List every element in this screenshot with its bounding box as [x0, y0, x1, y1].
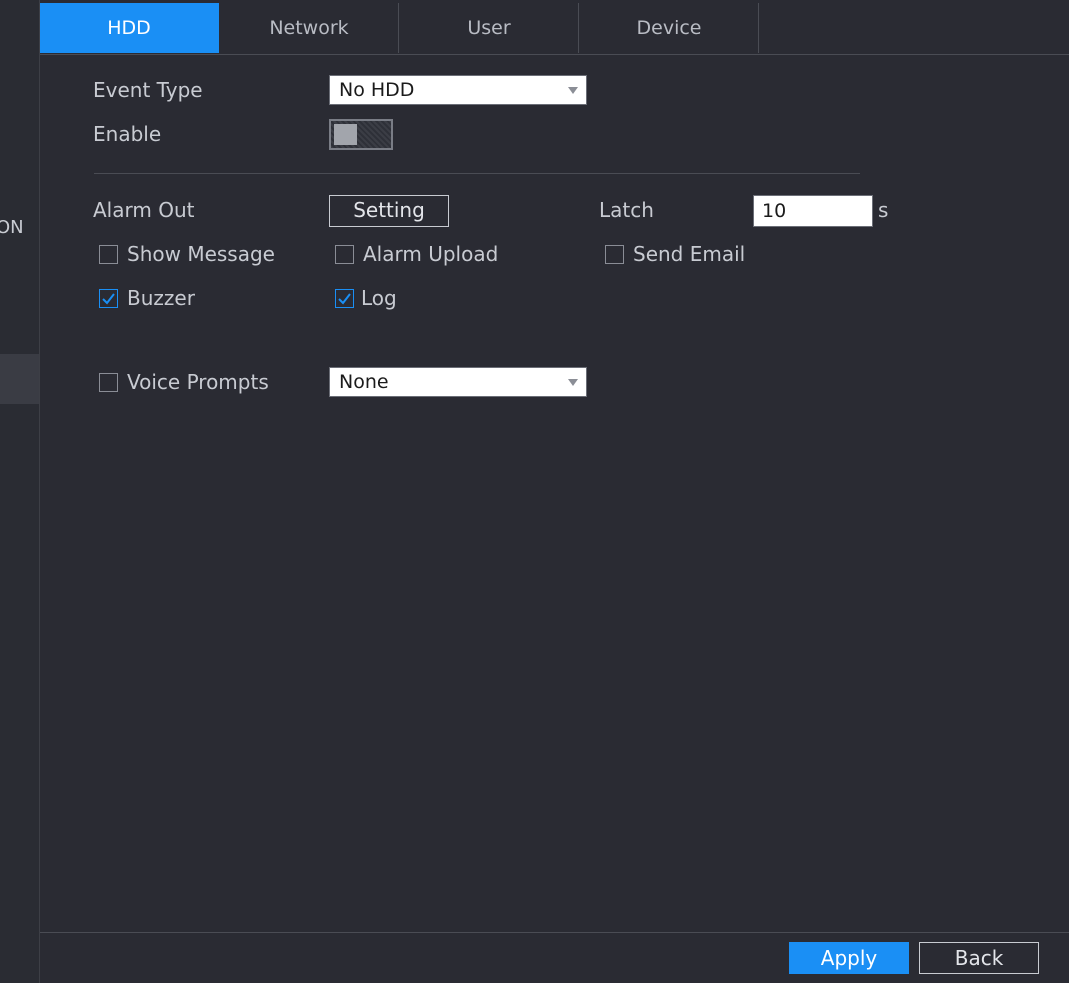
dropdown-arrow-icon: [568, 379, 578, 386]
show-message-checkbox[interactable]: [99, 245, 118, 264]
alarm-out-label: Alarm Out: [93, 198, 195, 222]
enable-toggle[interactable]: [329, 119, 393, 150]
voice-prompts-checkbox[interactable]: [99, 373, 118, 392]
sidebar-item-active[interactable]: [0, 354, 39, 404]
buzzer-checkbox[interactable]: [99, 289, 118, 308]
log-label: Log: [361, 286, 397, 310]
send-email-label: Send Email: [633, 242, 746, 266]
event-type-select[interactable]: No HDD: [329, 75, 587, 105]
tab-hdd[interactable]: HDD: [40, 3, 219, 53]
voice-prompts-value: None: [339, 371, 389, 393]
event-type-label: Event Type: [93, 78, 203, 102]
log-checkbox[interactable]: [335, 289, 354, 308]
alarm-upload-label: Alarm Upload: [363, 242, 499, 266]
back-button[interactable]: Back: [919, 942, 1039, 974]
tab-network[interactable]: Network: [220, 3, 399, 53]
footer-divider: [40, 932, 1069, 933]
dropdown-arrow-icon: [568, 87, 578, 94]
setting-button[interactable]: Setting: [329, 195, 449, 227]
sidebar-partial-label: ON: [0, 217, 24, 238]
latch-input[interactable]: [753, 195, 873, 227]
send-email-checkbox[interactable]: [605, 245, 624, 264]
tab-device[interactable]: Device: [580, 3, 759, 53]
voice-prompts-select[interactable]: None: [329, 367, 587, 397]
main-panel: HDD Network User Device Event Type No HD…: [40, 0, 1069, 983]
apply-button[interactable]: Apply: [789, 942, 909, 974]
buzzer-label: Buzzer: [127, 286, 195, 310]
show-message-label: Show Message: [127, 242, 275, 266]
checkmark-icon: [102, 293, 115, 305]
latch-label: Latch: [599, 198, 654, 222]
event-type-value: No HDD: [339, 79, 415, 101]
latch-unit: s: [878, 198, 889, 222]
enable-label: Enable: [93, 122, 162, 146]
section-divider: [94, 173, 860, 174]
voice-prompts-label: Voice Prompts: [127, 370, 269, 394]
tab-user[interactable]: User: [400, 3, 579, 53]
toggle-knob: [334, 124, 357, 145]
left-sidebar: ON: [0, 0, 40, 983]
tab-bar: HDD Network User Device: [40, 3, 1069, 55]
alarm-upload-checkbox[interactable]: [335, 245, 354, 264]
checkmark-icon: [338, 293, 351, 305]
